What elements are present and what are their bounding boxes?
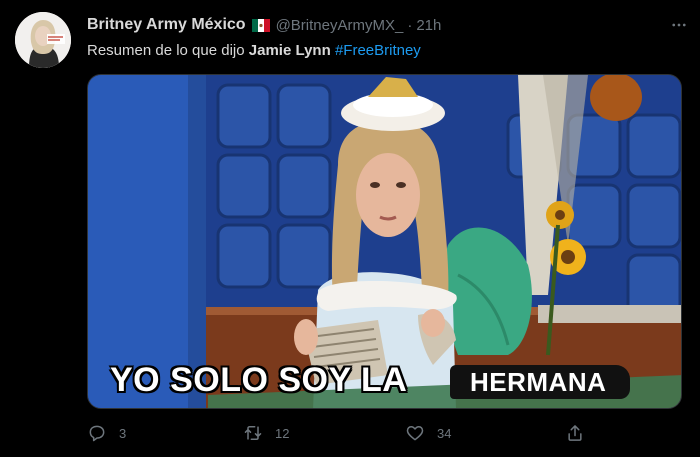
media-caption-box-text: HERMANA <box>470 366 607 397</box>
tweet-text: Resumen de lo que dijo Jamie Lynn #FreeB… <box>87 42 421 59</box>
retweet-icon <box>244 426 262 440</box>
media-caption-main: YO SOLO SOY LA <box>110 361 408 399</box>
action-bar: 3 12 34 <box>87 420 587 446</box>
retweet-button[interactable]: 12 <box>243 420 289 446</box>
like-count: 34 <box>437 425 452 441</box>
like-button[interactable]: 34 <box>405 420 451 446</box>
timestamp[interactable]: 21h <box>416 17 441 34</box>
media-caption-box: HERMANA <box>450 365 631 399</box>
mexico-flag-icon <box>251 18 270 32</box>
user-handle[interactable]: @BritneyArmyMX_ <box>276 17 404 34</box>
tweet-header: Britney Army México @BritneyArmyMX_ · 21… <box>87 14 441 36</box>
retweet-count: 12 <box>275 425 290 441</box>
reply-count: 3 <box>119 425 127 441</box>
share-button[interactable] <box>565 420 585 446</box>
tweet-card[interactable]: Britney Army México @BritneyArmyMX_ · 21… <box>0 0 700 457</box>
avatar[interactable] <box>15 12 71 68</box>
share-icon <box>568 425 582 441</box>
separator-dot: · <box>407 16 413 34</box>
more-options-icon[interactable] <box>668 14 690 36</box>
hashtag-link[interactable]: #FreeBritney <box>335 42 421 59</box>
media-scene <box>88 75 681 408</box>
tweet-text-bold: Jamie Lynn <box>248 42 331 59</box>
media-image[interactable]: YO SOLO SOY LA HERMANA <box>87 74 682 409</box>
tweet-text-lead: Resumen de lo que dijo <box>87 42 249 59</box>
reply-button[interactable]: 3 <box>87 420 126 446</box>
reply-icon <box>89 425 105 442</box>
display-name[interactable]: Britney Army México <box>87 16 246 34</box>
heart-icon <box>406 426 424 441</box>
